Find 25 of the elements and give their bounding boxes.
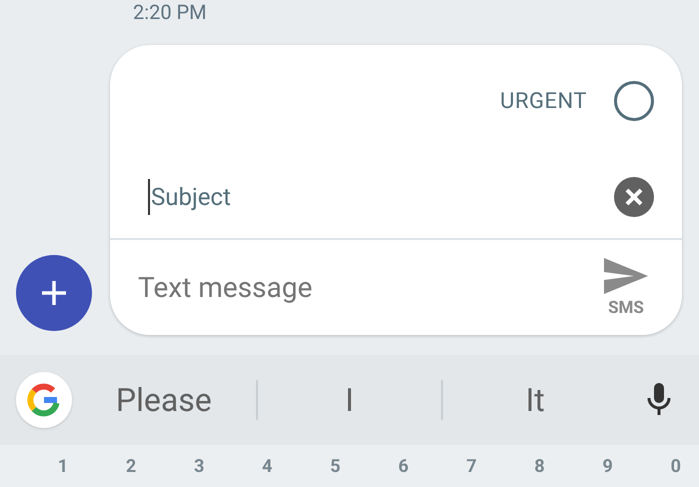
key-hint: 2	[126, 457, 136, 479]
key-hint: 4	[262, 457, 272, 479]
suggestion-item[interactable]: I	[345, 376, 354, 424]
send-icon	[604, 258, 648, 294]
urgent-checkbox[interactable]	[614, 81, 654, 121]
clear-icon[interactable]	[614, 176, 654, 216]
key-hint: 1	[58, 457, 68, 479]
plus-icon	[39, 278, 69, 308]
microphone-icon[interactable]	[647, 383, 672, 417]
urgent-label: URGENT	[500, 88, 587, 116]
suggestion-item[interactable]: Please	[116, 376, 212, 424]
message-timestamp: 2:20 PM	[133, 0, 207, 24]
google-logo-icon	[27, 383, 61, 417]
google-button[interactable]	[16, 372, 72, 428]
key-hint: 8	[534, 457, 545, 479]
key-hint: 9	[602, 457, 613, 479]
key-hint: 7	[466, 457, 477, 479]
subject-field[interactable]: Subject	[148, 178, 614, 214]
key-hint: 6	[398, 457, 409, 479]
send-button[interactable]: SMS	[604, 258, 648, 318]
message-field[interactable]: Text message	[138, 266, 604, 308]
suggestion-item[interactable]: It	[526, 376, 545, 424]
key-hint: 3	[194, 457, 204, 479]
key-hint: 5	[330, 457, 340, 479]
key-hint: 0	[670, 457, 681, 479]
